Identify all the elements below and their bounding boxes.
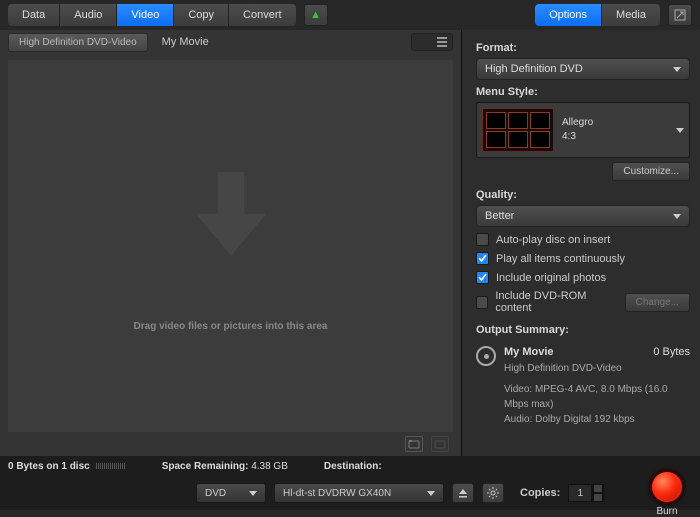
chevron-down-icon	[427, 491, 435, 496]
play-all-checkbox[interactable]: Play all items continuously	[476, 252, 690, 265]
drop-message: Drag video files or pictures into this a…	[134, 321, 328, 332]
project-name: My Movie	[156, 36, 209, 48]
right-tabs: Options Media	[535, 4, 660, 26]
menu-style-label: Menu Style:	[476, 86, 690, 98]
chevron-down-icon	[676, 128, 684, 133]
quality-label: Quality:	[476, 189, 690, 201]
copies-up[interactable]	[592, 484, 604, 493]
tab-copy[interactable]: Copy	[174, 4, 229, 26]
customize-button[interactable]: Customize...	[612, 162, 690, 181]
gear-icon[interactable]	[482, 483, 504, 503]
burn-label: Burn	[656, 506, 677, 517]
output-title: My Movie	[504, 344, 554, 361]
copies-label: Copies:	[520, 487, 560, 499]
chevron-down-icon	[673, 67, 681, 72]
autoplay-label: Auto-play disc on insert	[496, 234, 610, 246]
output-subtitle: High Definition DVD-Video	[504, 361, 690, 376]
output-bytes: 0 Bytes	[653, 344, 690, 361]
detail-view-icon[interactable]	[432, 34, 452, 50]
tab-media[interactable]: Media	[602, 4, 660, 26]
space-remaining-label: Space Remaining:	[162, 461, 249, 472]
include-photos-checkbox[interactable]: Include original photos	[476, 271, 690, 284]
format-value: High Definition DVD	[485, 63, 583, 75]
copies-down[interactable]	[592, 493, 604, 502]
copies-value: 1	[568, 484, 592, 502]
drop-area[interactable]: Drag video files or pictures into this a…	[8, 60, 453, 432]
drive-value: Hl-dt-st DVDRW GX40N	[283, 488, 391, 499]
quality-select[interactable]: Better	[476, 205, 690, 227]
format-label: Format:	[476, 42, 690, 54]
disc-type-select[interactable]: DVD	[196, 483, 266, 503]
upload-icon[interactable]: ▲	[304, 4, 328, 26]
format-chip[interactable]: High Definition DVD-Video	[8, 33, 148, 52]
tab-data[interactable]: Data	[8, 4, 60, 26]
output-summary-label: Output Summary:	[476, 324, 690, 336]
change-button: Change...	[625, 293, 690, 312]
autoplay-checkbox[interactable]: Auto-play disc on insert	[476, 233, 690, 246]
chevron-down-icon	[249, 491, 257, 496]
menu-style-name: Allegro	[562, 116, 668, 130]
menu-style-thumbnail	[482, 108, 554, 152]
space-remaining-value: 4.38 GB	[251, 461, 288, 472]
play-all-label: Play all items continuously	[496, 253, 625, 265]
tab-options[interactable]: Options	[535, 4, 602, 26]
quality-value: Better	[485, 210, 514, 222]
menu-style-ratio: 4:3	[562, 130, 668, 144]
main-tabs: Data Audio Video Copy Convert	[8, 4, 296, 26]
remove-item-icon[interactable]	[431, 436, 449, 452]
disc-icon	[476, 346, 496, 366]
expand-panel-icon[interactable]	[668, 4, 692, 26]
tab-convert[interactable]: Convert	[229, 4, 296, 26]
format-select[interactable]: High Definition DVD	[476, 58, 690, 80]
tab-video[interactable]: Video	[117, 4, 174, 26]
status-bytes: 0 Bytes on 1 disc	[8, 461, 90, 472]
chevron-down-icon	[673, 214, 681, 219]
list-view-icon[interactable]	[412, 34, 432, 50]
drive-select[interactable]: Hl-dt-st DVDRW GX40N	[274, 483, 444, 503]
output-audio-info: Audio: Dolby Digital 192 kbps	[504, 412, 690, 427]
burn-button[interactable]	[650, 470, 684, 504]
copies-stepper[interactable]: 1	[568, 484, 608, 502]
include-rom-label: Include DVD-ROM content	[495, 290, 617, 314]
usage-ticks	[96, 463, 156, 469]
view-toggle[interactable]	[411, 33, 453, 51]
destination-label: Destination:	[324, 461, 382, 472]
output-video-info: Video: MPEG-4 AVC, 8.0 Mbps (16.0 Mbps m…	[504, 382, 690, 412]
eject-icon[interactable]	[452, 483, 474, 503]
disc-type-value: DVD	[205, 488, 226, 499]
include-photos-label: Include original photos	[496, 272, 606, 284]
menu-style-select[interactable]: Allegro 4:3	[476, 102, 690, 158]
include-rom-checkbox[interactable]: Include DVD-ROM content	[476, 290, 618, 314]
new-folder-icon[interactable]	[405, 436, 423, 452]
drop-arrow-icon	[176, 161, 286, 271]
tab-audio[interactable]: Audio	[60, 4, 117, 26]
